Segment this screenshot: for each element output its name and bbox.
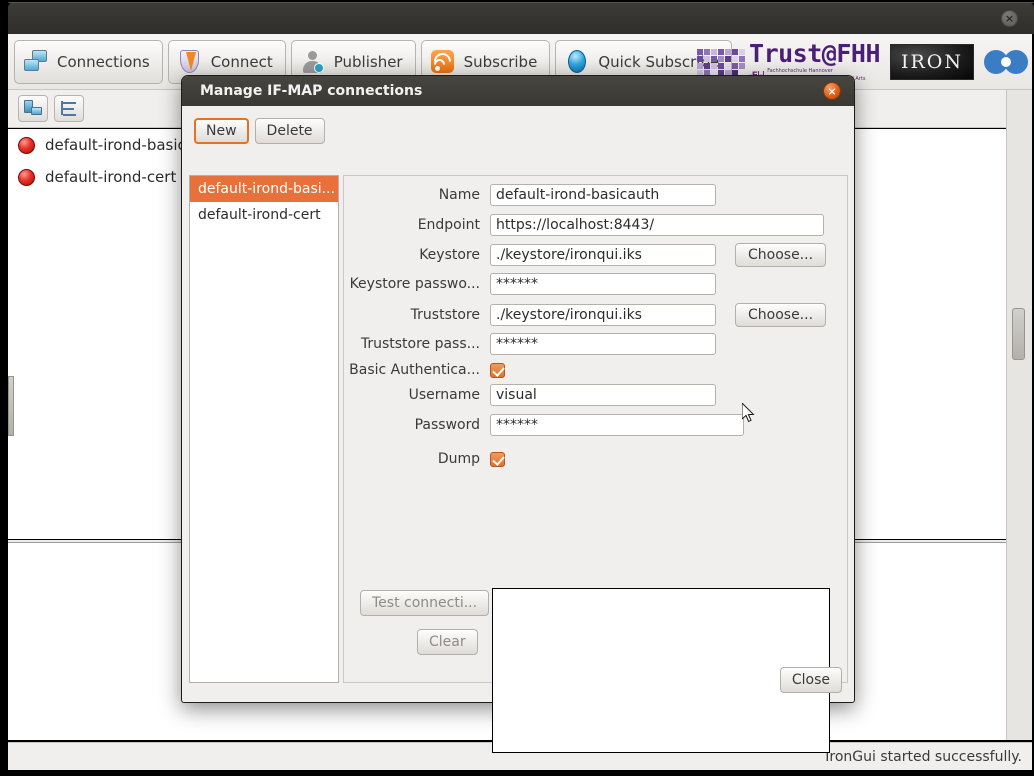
tree-view-button[interactable] bbox=[54, 95, 84, 122]
titlebar-sheen bbox=[8, 2, 1034, 3]
field-row-basic-auth: Basic Authentica... bbox=[344, 362, 505, 378]
username-input[interactable]: visual bbox=[490, 384, 716, 406]
endpoint-input[interactable]: https://localhost:8443/ bbox=[490, 214, 824, 236]
manage-connections-dialog: Manage IF-MAP connections × New Delete d… bbox=[181, 75, 855, 753]
toolbar-label: Subscribe bbox=[463, 52, 538, 71]
field-row-dump: Dump bbox=[344, 451, 505, 467]
scrollbar-thumb[interactable] bbox=[1012, 308, 1025, 360]
truststore-password-input[interactable]: ****** bbox=[490, 333, 716, 355]
field-row-keystore-password: Keystore passwo... ****** bbox=[344, 273, 716, 295]
trust-fhh-wordmark: Trust@FHH bbox=[749, 39, 880, 68]
field-row-name: Name default-irond-basicauth bbox=[344, 184, 716, 206]
right-scrollbar[interactable] bbox=[1006, 90, 1032, 740]
keystore-password-label: Keystore passwo... bbox=[349, 276, 480, 292]
screen: × Connections Connect Publisher Subscrib… bbox=[0, 0, 1034, 776]
server-view-button[interactable] bbox=[18, 95, 48, 122]
toolbar-label: Connect bbox=[210, 52, 273, 71]
delete-button[interactable]: Delete bbox=[254, 118, 325, 144]
dialog-body: New Delete default-irond-basi... default… bbox=[182, 106, 854, 753]
red-led-icon bbox=[18, 136, 35, 154]
field-row-password: Password ****** bbox=[344, 414, 744, 436]
dialog-close-icon[interactable]: × bbox=[823, 82, 841, 100]
clear-button[interactable]: Clear bbox=[417, 629, 478, 655]
field-row-username: Username visual bbox=[344, 384, 716, 406]
dialog-titlebar: Manage IF-MAP connections × bbox=[182, 76, 854, 106]
name-label: Name bbox=[438, 187, 480, 203]
list-item-default-irond-cert[interactable]: default-irond-cert bbox=[190, 202, 338, 228]
connections-icon bbox=[23, 49, 49, 75]
endpoint-label: Endpoint bbox=[417, 217, 480, 233]
truststore-input[interactable]: ./keystore/ironqui.iks bbox=[490, 304, 716, 326]
connection-profile-list[interactable]: default-irond-basi... default-irond-cert bbox=[189, 175, 339, 683]
basic-auth-checkbox[interactable] bbox=[490, 362, 505, 378]
close-button[interactable]: Close bbox=[779, 667, 842, 693]
list-item-default-irond-basicauth[interactable]: default-irond-basi... bbox=[190, 176, 338, 202]
desktop-backdrop bbox=[0, 0, 8, 776]
window-titlebar: × bbox=[8, 2, 1034, 34]
dialog-footer: Close bbox=[779, 667, 842, 693]
password-input[interactable]: ****** bbox=[490, 414, 744, 436]
keystore-input[interactable]: ./keystore/ironqui.iks bbox=[490, 244, 716, 266]
dump-label: Dump bbox=[437, 451, 480, 467]
keystore-choose-button[interactable]: Choose... bbox=[735, 243, 827, 267]
toolbar-button-connections[interactable]: Connections bbox=[14, 39, 163, 84]
field-row-keystore: Keystore ./keystore/ironqui.iks Choose..… bbox=[344, 243, 827, 267]
subscribe-icon bbox=[430, 48, 456, 75]
field-row-truststore: Truststore ./keystore/ironqui.iks Choose… bbox=[344, 303, 827, 327]
blue-logo-icon bbox=[984, 48, 1028, 76]
test-connection-button[interactable]: Test connecti... bbox=[360, 590, 490, 616]
toolbar-label: Publisher bbox=[333, 52, 403, 71]
basic-auth-label: Basic Authentica... bbox=[349, 362, 480, 378]
red-led-icon bbox=[18, 168, 35, 186]
keystore-label: Keystore bbox=[419, 247, 480, 263]
dialog-title: Manage IF-MAP connections bbox=[200, 83, 423, 99]
password-label: Password bbox=[414, 417, 480, 433]
truststore-password-label: Truststore pass... bbox=[360, 336, 480, 352]
truststore-label: Truststore bbox=[410, 307, 480, 323]
quick-subscribe-icon bbox=[564, 49, 590, 75]
keystore-password-input[interactable]: ****** bbox=[490, 273, 716, 295]
truststore-choose-button[interactable]: Choose... bbox=[735, 303, 827, 327]
username-label: Username bbox=[408, 387, 480, 403]
status-message: IronGui started successfully. bbox=[825, 748, 1022, 765]
iron-logo: IRON bbox=[890, 44, 974, 80]
new-button[interactable]: New bbox=[194, 118, 249, 144]
left-scrollbar-thumb[interactable] bbox=[8, 376, 14, 436]
field-row-truststore-password: Truststore pass... ****** bbox=[344, 333, 716, 355]
field-row-endpoint: Endpoint https://localhost:8443/ bbox=[344, 214, 824, 236]
dialog-actions: New Delete bbox=[194, 118, 325, 144]
connect-icon bbox=[177, 49, 203, 75]
connection-form: Name default-irond-basicauth Endpoint ht… bbox=[343, 175, 848, 753]
publisher-icon bbox=[300, 49, 326, 75]
toolbar-label: Connections bbox=[57, 52, 150, 71]
dump-checkbox[interactable] bbox=[490, 451, 505, 467]
name-input[interactable]: default-irond-basicauth bbox=[490, 184, 716, 206]
list-item-label: default-irond-cert bbox=[45, 168, 177, 186]
window-close-icon[interactable]: × bbox=[1001, 10, 1018, 27]
